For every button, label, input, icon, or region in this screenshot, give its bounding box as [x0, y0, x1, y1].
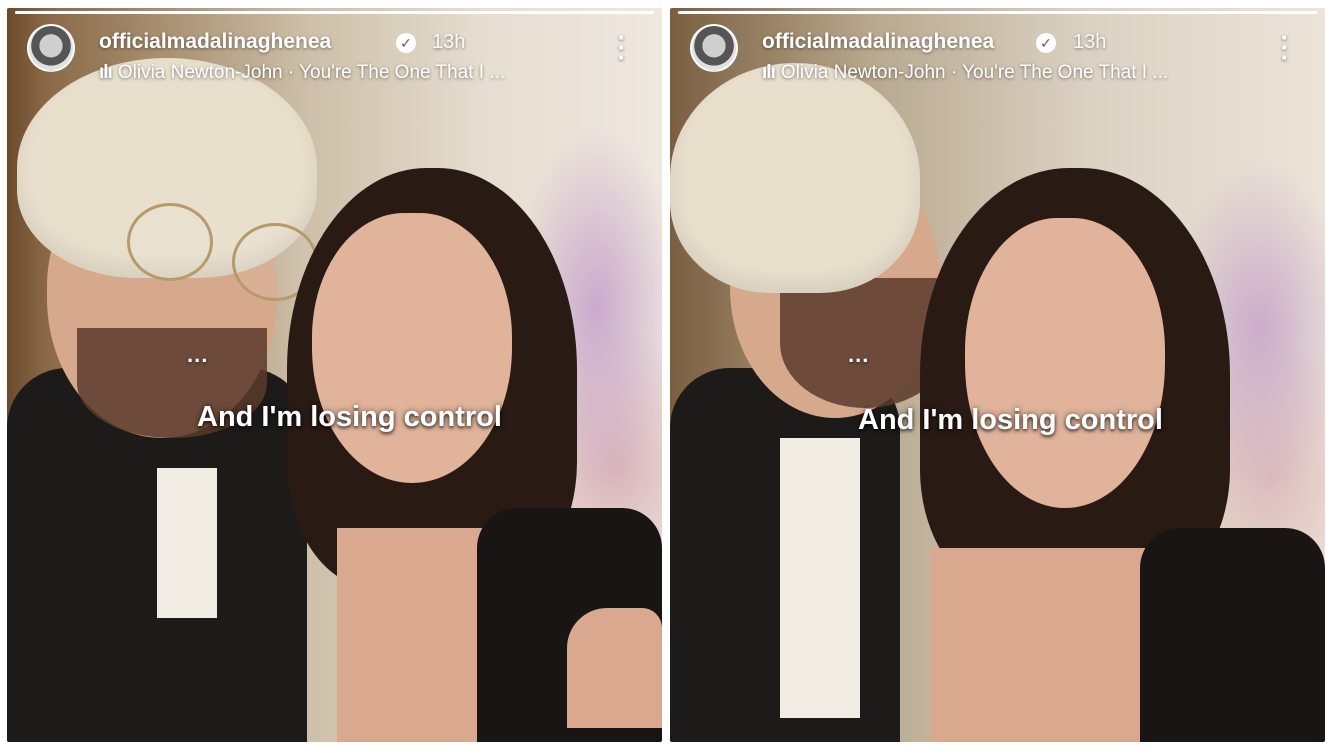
story-progress-fill	[678, 11, 1317, 14]
story-header: officialmadalinaghenea ✓ 13h ılı Olivia N…	[27, 22, 642, 83]
woman-dress	[1140, 528, 1325, 742]
username[interactable]: officialmadalinaghenea	[99, 30, 331, 54]
man-hat	[670, 63, 920, 293]
vertical-ellipsis-icon[interactable]: · · ·	[1275, 24, 1295, 70]
woman-face	[965, 218, 1165, 508]
story-progress-fill	[15, 11, 654, 14]
music-bars-icon: ılı	[762, 62, 776, 83]
music-attribution[interactable]: ılı Olivia Newton-John · You're The One T…	[762, 62, 1168, 84]
music-track: Olivia Newton-John · You're The One That…	[780, 62, 1169, 83]
verified-check-icon: ✓	[1036, 33, 1056, 53]
story-progress-bar	[678, 11, 1317, 14]
story-progress-bar	[15, 11, 654, 14]
time-ago: 13h	[432, 31, 466, 53]
username[interactable]: officialmadalinaghenea	[762, 30, 994, 54]
time-ago: 13h	[1073, 31, 1107, 53]
music-attribution[interactable]: ılı Olivia Newton-John · You're The One T…	[99, 62, 505, 84]
profile-avatar[interactable]	[690, 24, 738, 72]
story-photo	[670, 8, 1325, 742]
man-shirt	[157, 468, 217, 618]
man-hand	[567, 608, 662, 728]
story-frame-right[interactable]: officialmadalinaghenea ✓ 13h ılı Olivia N…	[670, 8, 1325, 742]
story-caption: And I'm losing control	[858, 404, 1163, 436]
woman-face	[312, 213, 512, 483]
verified-check-icon: ✓	[396, 33, 416, 53]
music-bars-icon: ılı	[99, 62, 113, 83]
music-track: Olivia Newton-John · You're The One That…	[117, 62, 506, 83]
typing-dots: ...	[187, 342, 209, 367]
vertical-ellipsis-icon[interactable]: · · ·	[612, 24, 632, 70]
story-caption: And I'm losing control	[197, 401, 502, 433]
profile-avatar[interactable]	[27, 24, 75, 72]
man-glasses-left	[127, 203, 213, 281]
story-frame-left[interactable]: officialmadalinaghenea ✓ 13h ılı Olivia N…	[7, 8, 662, 742]
story-photo	[7, 8, 662, 742]
man-shirt	[780, 438, 860, 718]
typing-dots: ...	[848, 342, 870, 367]
story-header: officialmadalinaghenea ✓ 13h ılı Olivia N…	[690, 22, 1305, 83]
